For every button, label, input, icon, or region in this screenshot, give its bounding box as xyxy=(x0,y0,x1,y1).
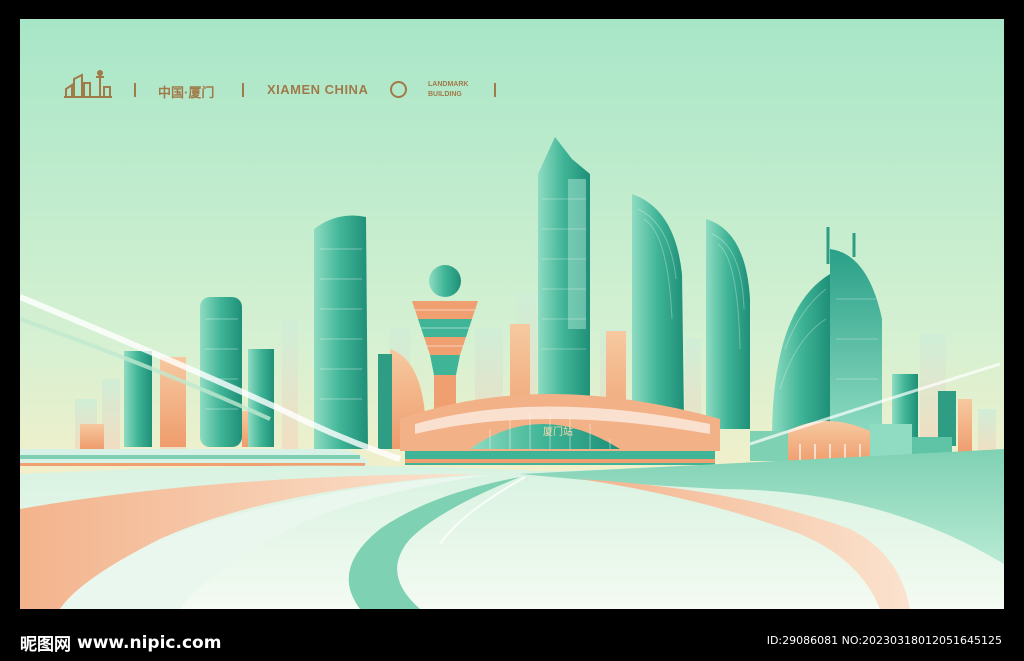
high-speed-train xyxy=(20,449,370,466)
watermark-brand: 昵图网 www.nipic.com xyxy=(20,630,222,656)
circle-icon xyxy=(390,81,407,98)
brand-name: 昵图网 xyxy=(20,635,71,655)
xiamen-skyline-illustration: 厦门站 xyxy=(20,19,1004,609)
poster-artwork: 厦门站 中国·厦门 XIAMEN CHINA LANDMARK BUILDING xyxy=(20,19,1004,609)
header-cn-city: 中国·厦门 xyxy=(158,85,215,100)
header-separator xyxy=(494,83,496,97)
header-separator xyxy=(242,83,244,97)
brand-url: www.nipic.com xyxy=(77,632,222,653)
header-landmark-label: LANDMARK BUILDING xyxy=(428,81,469,98)
header-separator xyxy=(134,83,136,97)
station-sign: 厦门站 xyxy=(543,425,573,438)
header-en-city: XIAMEN CHINA xyxy=(267,82,369,97)
central-tall-tower xyxy=(538,137,590,399)
city-skyline-icon xyxy=(64,70,112,98)
watermark-id: ID:29086081 NO:20230318012051645125 xyxy=(766,634,1002,647)
